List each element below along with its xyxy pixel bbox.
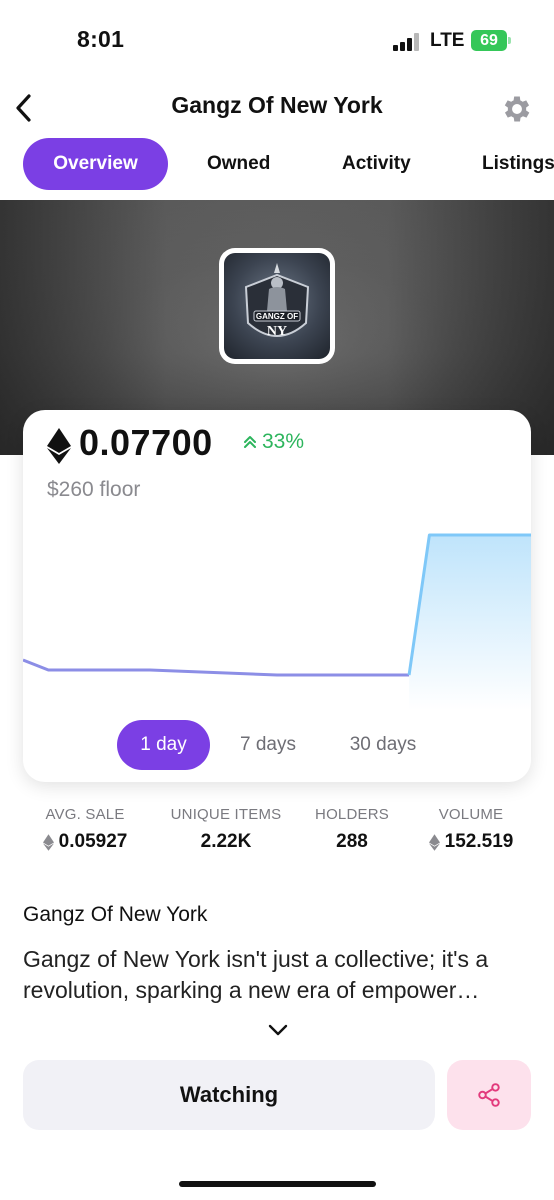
ethereum-icon (47, 428, 71, 464)
stat-label: UNIQUE ITEMS (170, 806, 282, 823)
signal-icon (393, 33, 421, 51)
stat-label: HOLDERS (315, 806, 389, 823)
range-7-days[interactable]: 7 days (228, 720, 308, 770)
price-chart (23, 533, 531, 710)
share-button[interactable] (447, 1060, 531, 1130)
stat-holders: HOLDERS 288 (304, 806, 400, 853)
double-chevron-up-icon (244, 436, 256, 448)
status-time: 8:01 (77, 26, 125, 52)
stat-value: 288 (336, 831, 368, 852)
range-1-day[interactable]: 1 day (117, 720, 210, 770)
tab-activity[interactable]: Activity (342, 138, 411, 190)
logo-emblem-icon: GANGZ OF NY (244, 263, 310, 339)
stat-label: AVG. SALE (45, 806, 125, 823)
header: Gangz Of New York (0, 84, 554, 132)
price-change: 33% (242, 430, 304, 454)
stat-value: 0.05927 (58, 831, 128, 852)
expand-description-button[interactable] (264, 1018, 292, 1042)
battery-level: 69 (480, 32, 498, 49)
range-30-days[interactable]: 30 days (335, 720, 431, 770)
network-label: LTE (430, 30, 465, 51)
tab-bar: Overview Owned Activity Listings (0, 138, 554, 190)
stat-volume: VOLUME 152.519 (414, 806, 528, 853)
battery-icon: 69 (471, 30, 511, 51)
tab-overview[interactable]: Overview (23, 138, 168, 190)
stat-avg-sale: AVG. SALE 0.05927 (26, 806, 144, 853)
stats-row: AVG. SALE 0.05927 UNIQUE ITEMS 2.22K HOL… (0, 806, 554, 866)
chevron-down-icon (268, 1024, 288, 1036)
chart-line-flat (23, 658, 410, 677)
share-icon (478, 1083, 500, 1107)
gear-icon (504, 96, 530, 122)
status-bar: 8:01 LTE 69 (0, 0, 554, 84)
price-card: 0.07700 33% $260 floor 1 day 7 days 30 d… (23, 410, 531, 782)
stat-value: 152.519 (444, 831, 514, 852)
stat-value: 2.22K (200, 831, 252, 852)
tab-owned[interactable]: Owned (207, 138, 270, 190)
description-title: Gangz Of New York (23, 903, 208, 926)
ethereum-icon (42, 833, 54, 851)
logo-text-top: GANGZ OF (256, 312, 298, 321)
price-change-value: 33% (262, 430, 305, 453)
watching-button[interactable]: Watching (23, 1060, 435, 1130)
stat-label: VOLUME (438, 806, 504, 823)
logo-text-bottom: NY (267, 324, 287, 339)
tab-listings[interactable]: Listings (482, 138, 554, 190)
description-text: Gangz of New York isn't just a collectiv… (23, 946, 489, 1003)
floor-price-value: 0.07700 (79, 422, 213, 463)
collection-logo: GANGZ OF NY (219, 248, 335, 364)
settings-button[interactable] (500, 92, 534, 126)
stat-unique-items: UNIQUE ITEMS 2.22K (164, 806, 288, 853)
floor-usd: $260 floor (47, 478, 141, 501)
ethereum-icon (428, 833, 440, 851)
page-title: Gangz Of New York (171, 92, 383, 118)
chart-area-fill (409, 535, 531, 710)
home-indicator (179, 1181, 376, 1187)
